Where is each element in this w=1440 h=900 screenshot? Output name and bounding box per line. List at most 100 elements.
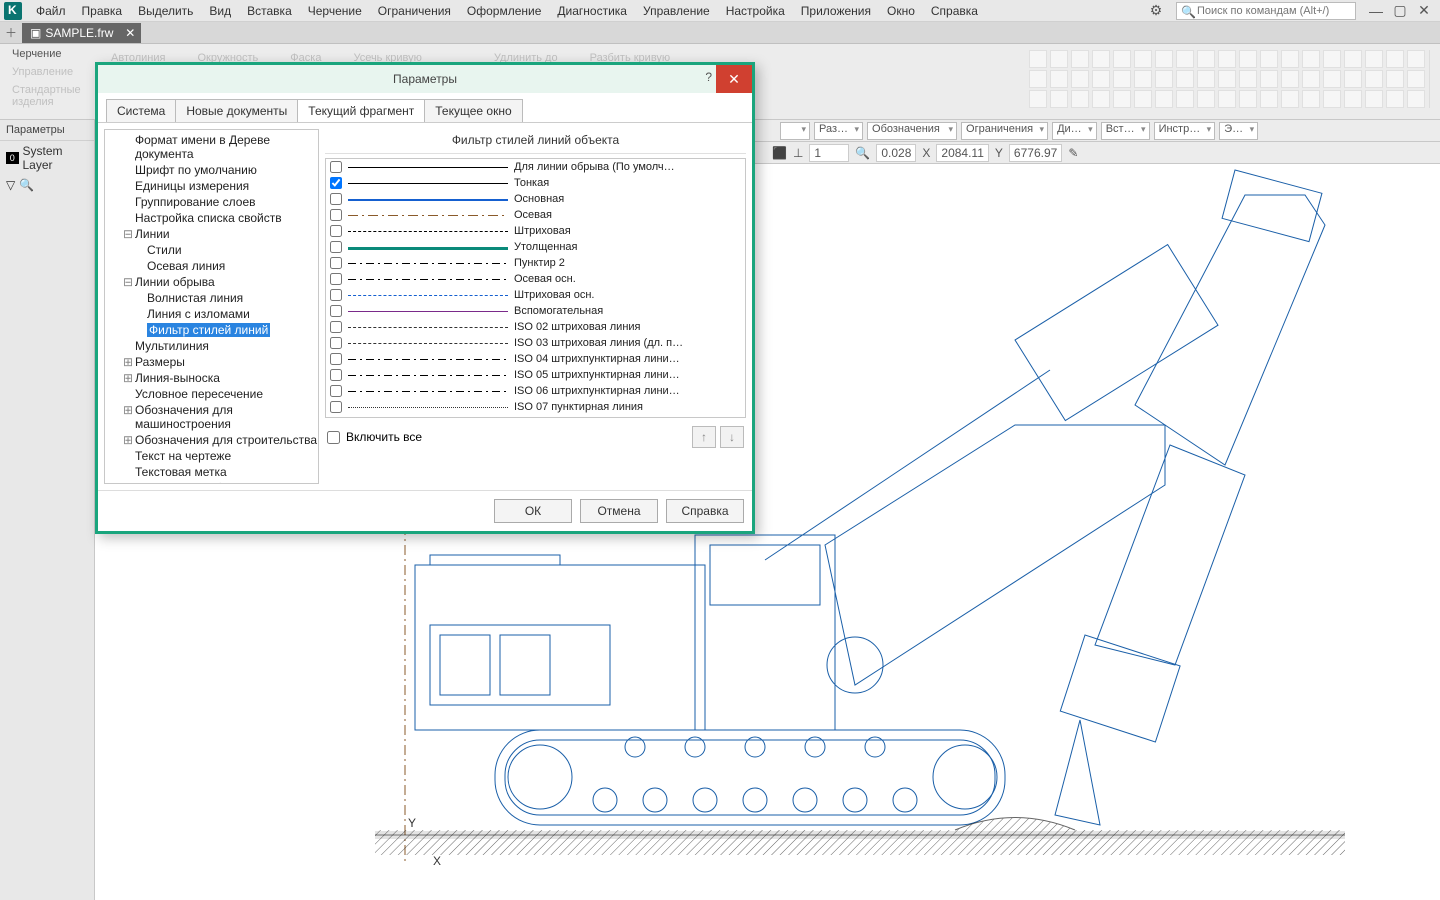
line-style-row[interactable]: ISO 07 пунктирная линия [326, 399, 745, 415]
dialog-titlebar[interactable]: Параметры ? ✕ [98, 65, 752, 93]
dd-insert[interactable]: Вст… [1101, 122, 1150, 140]
line-style-row[interactable]: Утолщенная [326, 239, 745, 255]
tab-current-fragment[interactable]: Текущий фрагмент [297, 99, 425, 122]
line-style-checkbox[interactable] [330, 305, 342, 317]
document-tab[interactable]: ▣ SAMPLE.frw ✕ [22, 23, 141, 43]
line-style-checkbox[interactable] [330, 161, 342, 173]
line-style-row[interactable]: Штриховая осн. [326, 287, 745, 303]
line-style-row[interactable]: Вспомогательная [326, 303, 745, 319]
menu-diagnostics[interactable]: Диагностика [549, 1, 635, 21]
line-style-checkbox[interactable] [330, 385, 342, 397]
line-style-checkbox[interactable] [330, 177, 342, 189]
menu-draw[interactable]: Черчение [300, 1, 370, 21]
line-style-row[interactable]: ISO 06 штрихпунктирная лини… [326, 383, 745, 399]
snap-icon[interactable]: ⬛ [772, 146, 787, 160]
dialog-help-icon[interactable]: ? [705, 70, 712, 84]
window-minimize[interactable]: — [1364, 3, 1388, 19]
tab-current-window[interactable]: Текущее окно [424, 99, 522, 122]
tree-node[interactable]: Текстовая метка [105, 464, 318, 480]
tree-node[interactable]: Осевая линия [105, 258, 318, 274]
dd-1[interactable] [780, 122, 810, 140]
y-field[interactable]: 6776.97 [1009, 144, 1062, 162]
line-style-row[interactable]: Осевая осн. [326, 271, 745, 287]
tree-node[interactable]: ⊟Линии обрыва [105, 274, 318, 290]
dd-constraints[interactable]: Ограничения [961, 122, 1048, 140]
line-style-row[interactable]: Основная [326, 191, 745, 207]
tree-node[interactable]: Мультилиния [105, 338, 318, 354]
dd-annotations[interactable]: Обозначения [867, 122, 957, 140]
x-field[interactable]: 2084.11 [936, 144, 989, 162]
gear-icon[interactable]: ⚙ [1144, 2, 1168, 19]
line-style-checkbox[interactable] [330, 369, 342, 381]
move-down-button[interactable]: ↓ [720, 426, 744, 448]
line-style-checkbox[interactable] [330, 401, 342, 413]
tree-node[interactable]: Волнистая линия [105, 290, 318, 306]
window-close[interactable]: ✕ [1412, 2, 1436, 19]
filter-row[interactable]: ▽ 🔍 [0, 175, 94, 195]
line-style-row[interactable]: Пунктир 2 [326, 255, 745, 271]
line-style-checkbox[interactable] [330, 241, 342, 253]
settings-tree[interactable]: Формат имени в Дереве документа Шрифт по… [104, 129, 319, 484]
command-search[interactable]: 🔍 [1176, 2, 1356, 20]
tree-node[interactable]: Формат имени в Дереве документа [105, 132, 318, 162]
tree-node[interactable]: Линия с изломами [105, 306, 318, 322]
tree-node[interactable]: Условное пересечение [105, 386, 318, 402]
menu-help[interactable]: Справка [923, 1, 986, 21]
ribbon-tab-drawing[interactable]: Черчение [6, 46, 101, 62]
line-style-checkbox[interactable] [330, 337, 342, 349]
line-style-row[interactable]: ISO 04 штрихпунктирная лини… [326, 351, 745, 367]
command-search-input[interactable] [1197, 5, 1351, 17]
tree-node[interactable]: Шрифт по умолчанию [105, 162, 318, 178]
menu-settings[interactable]: Настройка [718, 1, 793, 21]
dd-dims[interactable]: Раз… [814, 122, 863, 140]
tree-node-selected[interactable]: Фильтр стилей линий [105, 322, 318, 338]
menu-apps[interactable]: Приложения [793, 1, 879, 21]
tree-node[interactable]: Стили [105, 242, 318, 258]
tree-node[interactable]: Настройка списка свойств [105, 210, 318, 226]
tree-node[interactable]: Группирование слоев [105, 194, 318, 210]
menu-select[interactable]: Выделить [130, 1, 201, 21]
tree-node[interactable]: ⊞Обозначения для машиностроения [105, 402, 318, 432]
dd-7[interactable]: Э… [1219, 122, 1258, 140]
tree-node[interactable]: ⊞Линия-выноска [105, 370, 318, 386]
tab-newdocs[interactable]: Новые документы [175, 99, 298, 122]
scale-field[interactable]: 0.028 [876, 144, 916, 162]
line-style-checkbox[interactable] [330, 289, 342, 301]
tree-node[interactable]: Текст на чертеже [105, 448, 318, 464]
ortho-icon[interactable]: ⊥ [793, 146, 803, 160]
line-style-row[interactable]: Тонкая [326, 175, 745, 191]
line-style-row[interactable]: Штриховая [326, 223, 745, 239]
menu-manage[interactable]: Управление [635, 1, 718, 21]
line-style-row[interactable]: Для линии обрыва (По умолч… [326, 159, 745, 175]
ribbon-tab-std[interactable]: Стандартные изделия [6, 82, 101, 110]
line-style-checkbox[interactable] [330, 353, 342, 365]
ok-button[interactable]: ОК [494, 499, 572, 523]
menu-view[interactable]: Вид [201, 1, 239, 21]
line-style-checkbox[interactable] [330, 225, 342, 237]
line-style-row[interactable]: ISO 05 штрихпунктирная лини… [326, 367, 745, 383]
include-all-checkbox[interactable] [327, 431, 340, 444]
menu-edit[interactable]: Правка [74, 1, 131, 21]
dd-tools[interactable]: Инстр… [1154, 122, 1216, 140]
menu-constraints[interactable]: Ограничения [370, 1, 459, 21]
line-style-checkbox[interactable] [330, 209, 342, 221]
line-style-checkbox[interactable] [330, 273, 342, 285]
tree-node[interactable]: ⊟Линии [105, 226, 318, 242]
step-field[interactable]: 1 [809, 144, 849, 162]
menu-window[interactable]: Окно [879, 1, 923, 21]
line-style-checkbox[interactable] [330, 257, 342, 269]
tab-system[interactable]: Система [106, 99, 176, 122]
dd-diag[interactable]: Ди… [1052, 122, 1097, 140]
line-style-row[interactable]: ISO 02 штриховая линия [326, 319, 745, 335]
move-up-button[interactable]: ↑ [692, 426, 716, 448]
line-style-row[interactable]: Осевая [326, 207, 745, 223]
menu-format[interactable]: Оформление [459, 1, 549, 21]
tree-node[interactable]: ⊞Обозначения для строительства [105, 432, 318, 448]
pencil-icon[interactable]: ✎ [1068, 146, 1078, 160]
menu-file[interactable]: Файл [28, 1, 74, 21]
window-maximize[interactable]: ▢ [1388, 2, 1412, 19]
close-tab-icon[interactable]: ✕ [125, 26, 135, 40]
menu-insert[interactable]: Вставка [239, 1, 300, 21]
layer-row[interactable]: 0 System Layer [0, 141, 94, 175]
line-style-row[interactable]: ISO 03 штриховая линия (дл. п… [326, 335, 745, 351]
